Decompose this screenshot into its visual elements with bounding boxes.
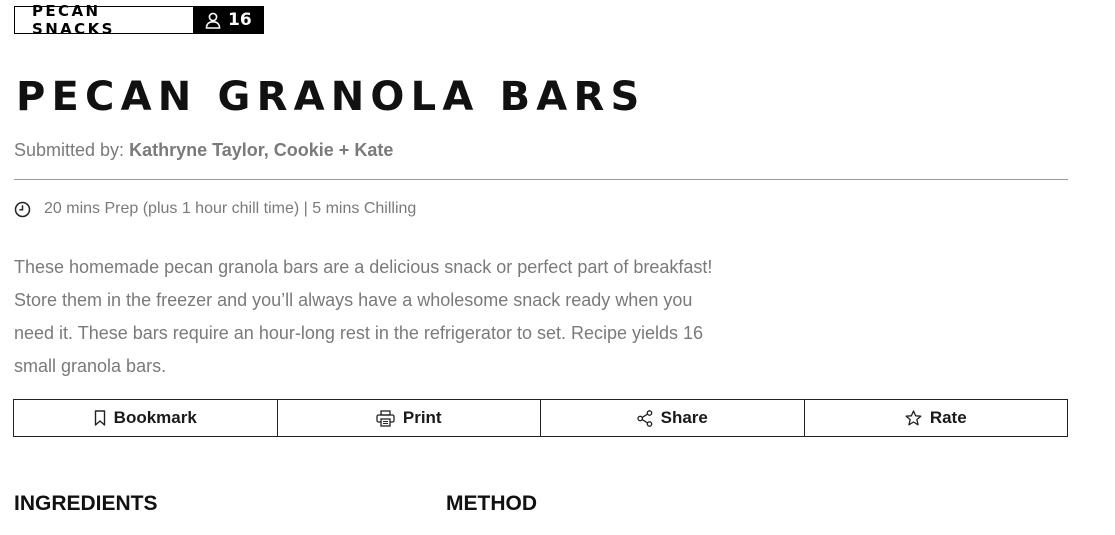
category-tag-bar: PECAN SNACKS 16 xyxy=(14,2,264,38)
star-icon xyxy=(905,410,922,426)
recipe-count-badge: 16 xyxy=(193,7,263,33)
bookmark-button[interactable]: Bookmark xyxy=(14,400,278,436)
method-heading: METHOD xyxy=(446,492,537,515)
divider xyxy=(14,179,1068,180)
author-name[interactable]: Kathryne Taylor, Cookie + Kate xyxy=(129,140,393,160)
print-label: Print xyxy=(402,408,442,427)
rate-button[interactable]: Rate xyxy=(805,400,1068,436)
action-bar: Bookmark Print Share Rate xyxy=(13,399,1068,437)
bookmark-icon xyxy=(94,410,106,426)
recipe-count: 16 xyxy=(228,10,252,30)
rate-label: Rate xyxy=(929,408,967,427)
person-icon xyxy=(205,12,221,29)
printer-icon xyxy=(376,409,395,427)
timing-text: 20 mins Prep (plus 1 hour chill time) | … xyxy=(44,200,417,217)
page-title: PECAN GRANOLA BARS xyxy=(16,74,646,120)
bookmark-label: Bookmark xyxy=(113,408,197,427)
ingredients-heading: INGREDIENTS xyxy=(14,492,158,515)
submitted-by-label: Submitted by: xyxy=(14,140,125,160)
share-icon xyxy=(636,409,653,427)
share-label: Share xyxy=(660,408,708,427)
recipe-description: These homemade pecan granola bars are a … xyxy=(14,257,713,376)
print-button[interactable]: Print xyxy=(278,400,541,436)
category-tag[interactable]: PECAN SNACKS xyxy=(15,2,193,38)
share-button[interactable]: Share xyxy=(541,400,805,436)
recipe-timing: 20 mins Prep (plus 1 hour chill time) | … xyxy=(14,200,416,218)
submitted-by: Submitted by: Kathryne Taylor, Cookie + … xyxy=(14,140,393,161)
clock-icon xyxy=(14,201,31,218)
